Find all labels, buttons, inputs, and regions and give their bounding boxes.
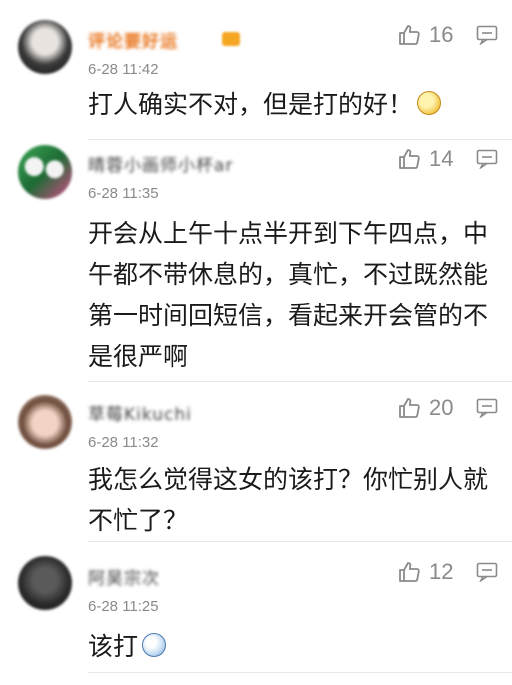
comment-item: 晴蓉小画师小杯ar 6-28 11:35 14 开会从上午十点半开到下午四点，中… [0,140,512,382]
divider [88,672,512,673]
doge-emoji [417,91,442,115]
thumbs-up-icon [399,398,420,418]
comment-time: 6-28 11:35 [88,185,159,202]
comment-time: 6-28 11:32 [88,434,159,451]
reply-icon[interactable] [476,398,498,418]
username[interactable]: 阿昊宗次 [88,564,160,589]
comment-text: 我怎么觉得这女的该打？你忙别人就不忙了？ [88,465,489,535]
username[interactable]: 草莓Kikuchi [88,400,192,425]
comment-item: 草莓Kikuchi 6-28 11:32 20 我怎么觉得这女的该打？你忙别人就… [0,382,512,542]
like-count: 20 [429,395,454,420]
username[interactable]: 晴蓉小画师小杯ar [88,151,233,176]
comment-text: 该打 [88,626,488,667]
comment-text: 打人确实不对，但是打的好！ [88,84,488,125]
like-button[interactable]: 16 [397,22,453,48]
reply-icon[interactable] [476,562,498,582]
shocked-emoji [142,633,167,657]
thumbs-up-icon [399,562,420,582]
user-badge [222,32,240,46]
avatar[interactable] [18,395,72,449]
like-button[interactable]: 14 [397,146,453,172]
comment-time: 6-28 11:25 [88,598,159,615]
comment-item: 评论要好运 6-28 11:42 16 打人确实不对，但是打的好！ [0,0,512,140]
like-button[interactable]: 12 [397,559,453,585]
like-button[interactable]: 20 [397,395,453,421]
comment-time: 6-28 11:42 [88,61,159,78]
avatar[interactable] [18,145,72,199]
thumbs-up-icon [399,149,420,169]
thumbs-up-icon [399,25,420,45]
reply-icon[interactable] [476,25,498,45]
avatar[interactable] [18,556,72,610]
like-count: 12 [429,559,454,584]
like-count: 16 [429,22,454,47]
reply-icon[interactable] [476,149,498,169]
avatar[interactable] [18,20,72,74]
comment-text: 开会从上午十点半开到下午四点，中午都不带休息的，真忙，不过既然能第一时间回短信，… [88,219,489,371]
comment-item: 阿昊宗次 6-28 11:25 12 该打 [0,542,512,685]
like-count: 14 [429,146,454,171]
username[interactable]: 评论要好运 [88,27,178,52]
